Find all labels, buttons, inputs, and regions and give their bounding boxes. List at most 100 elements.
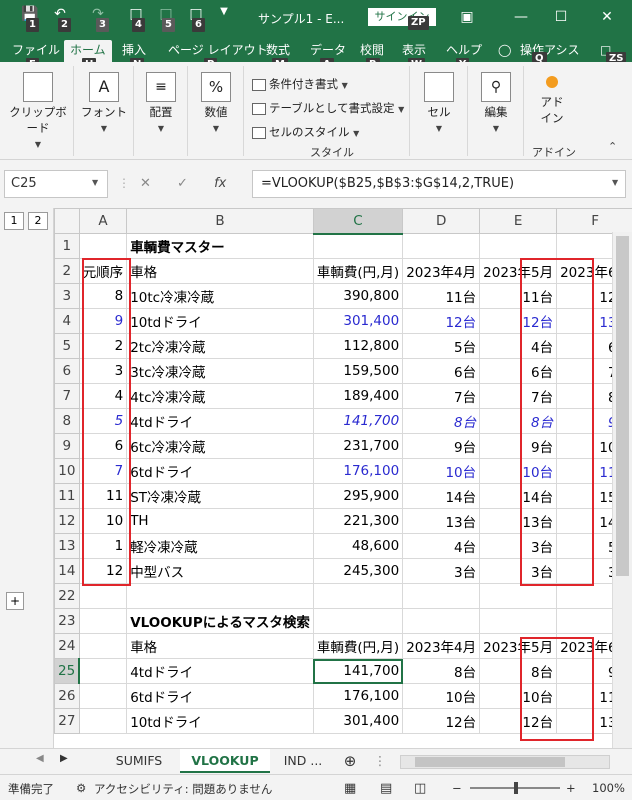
tab-tell-me[interactable]: 操作アシス <box>514 40 586 62</box>
zoom-slider[interactable] <box>470 782 560 794</box>
row-header-10[interactable]: 10 <box>54 458 80 484</box>
cell-e4[interactable]: 12台 <box>479 308 558 334</box>
cell-a7[interactable]: 4 <box>78 383 128 409</box>
column-header-c[interactable]: C <box>312 208 404 235</box>
cell-a2[interactable]: 元順序 <box>78 258 128 284</box>
cell-b23[interactable]: VLOOKUPによるマスタ検索 <box>126 608 314 634</box>
customize-qa-icon[interactable]: ▼ <box>214 6 234 28</box>
cell-d9[interactable]: 9台 <box>402 433 481 459</box>
row-header-9[interactable]: 9 <box>54 433 80 459</box>
cell-e3[interactable]: 11台 <box>479 283 558 309</box>
namebox-dropdown-icon[interactable]: ▼ <box>92 178 98 187</box>
cell-a6[interactable]: 3 <box>78 358 128 384</box>
cell-d3[interactable]: 11台 <box>402 283 481 309</box>
cell-c8[interactable]: 141,700 <box>312 408 404 434</box>
cell-b24[interactable]: 車格 <box>126 633 314 659</box>
select-all-corner[interactable] <box>54 208 80 234</box>
cell-d8[interactable]: 8台 <box>402 408 481 434</box>
cell-a11[interactable]: 11 <box>78 483 128 509</box>
row-header-23[interactable]: 23 <box>54 608 80 634</box>
row-header-22[interactable]: 22 <box>54 583 80 609</box>
cell-a9[interactable]: 6 <box>78 433 128 459</box>
cell-b2[interactable]: 車格 <box>126 258 314 284</box>
sheet-tab-vlookup[interactable]: VLOOKUP <box>180 749 270 773</box>
cell-e13[interactable]: 3台 <box>479 533 558 559</box>
cell-b5[interactable]: 2tc冷凍冷蔵 <box>126 333 314 359</box>
maximize-icon[interactable]: ☐ <box>546 6 576 28</box>
cell-a4[interactable]: 9 <box>78 308 128 334</box>
row-header-27[interactable]: 27 <box>54 708 80 734</box>
cell-a13[interactable]: 1 <box>78 533 128 559</box>
cell-d6[interactable]: 6台 <box>402 358 481 384</box>
vertical-scrollbar[interactable] <box>612 232 632 748</box>
cell-a10[interactable]: 7 <box>78 458 128 484</box>
cell-a25[interactable] <box>78 658 128 684</box>
cell-a3[interactable]: 8 <box>78 283 128 309</box>
cell-e10[interactable]: 10台 <box>479 458 558 484</box>
cell-c9[interactable]: 231,700 <box>312 433 404 459</box>
cell-d12[interactable]: 13台 <box>402 508 481 534</box>
cell-e12[interactable]: 13台 <box>479 508 558 534</box>
cell-e1[interactable] <box>479 233 558 259</box>
cell-e26[interactable]: 10台 <box>479 683 558 709</box>
cell-a5[interactable]: 2 <box>78 333 128 359</box>
zoom-knob[interactable] <box>514 782 518 794</box>
cell-e9[interactable]: 9台 <box>479 433 558 459</box>
cell-c5[interactable]: 112,800 <box>312 333 404 359</box>
cell-c7[interactable]: 189,400 <box>312 383 404 409</box>
row-header-26[interactable]: 26 <box>54 683 80 709</box>
cell-c24[interactable]: 車輌費(円,月) <box>312 633 404 659</box>
cell-d14[interactable]: 3台 <box>402 558 481 584</box>
column-header-e[interactable]: E <box>479 208 558 234</box>
cell-e27[interactable]: 12台 <box>479 708 558 734</box>
row-header-2[interactable]: 2 <box>54 258 80 284</box>
cells-button[interactable]: セル ▼ <box>416 72 462 134</box>
cell-c22[interactable] <box>312 583 404 609</box>
cell-e25[interactable]: 8台 <box>479 658 558 684</box>
cell-c4[interactable]: 301,400 <box>312 308 404 334</box>
cell-a14[interactable]: 12 <box>78 558 128 584</box>
row-header-24[interactable]: 24 <box>54 633 80 659</box>
cell-b22[interactable] <box>126 583 314 609</box>
cell-d23[interactable] <box>402 608 481 634</box>
cell-c10[interactable]: 176,100 <box>312 458 404 484</box>
insert-function-icon[interactable]: fx <box>214 176 226 191</box>
cell-d7[interactable]: 7台 <box>402 383 481 409</box>
cell-b4[interactable]: 10tdドライ <box>126 308 314 334</box>
cell-e2[interactable]: 2023年5月 <box>479 258 558 284</box>
accessibility-icon[interactable]: ⚙ <box>76 781 86 795</box>
cell-b27[interactable]: 10tdドライ <box>126 708 314 734</box>
row-header-14[interactable]: 14 <box>54 558 80 584</box>
cell-d13[interactable]: 4台 <box>402 533 481 559</box>
row-header-4[interactable]: 4 <box>54 308 80 334</box>
cell-e23[interactable] <box>479 608 558 634</box>
zoom-out-icon[interactable]: − <box>452 781 462 795</box>
cell-c11[interactable]: 295,900 <box>312 483 404 509</box>
cancel-icon[interactable]: ✕ <box>140 176 151 191</box>
row-header-5[interactable]: 5 <box>54 333 80 359</box>
cell-c13[interactable]: 48,600 <box>312 533 404 559</box>
cell-styles-button[interactable]: セルのスタイル ▼ <box>252 124 359 140</box>
enter-icon[interactable]: ✓ <box>177 176 188 191</box>
cell-a26[interactable] <box>78 683 128 709</box>
cell-d24[interactable]: 2023年4月 <box>402 633 481 659</box>
cell-b11[interactable]: ST冷凍冷蔵 <box>126 483 314 509</box>
row-header-25[interactable]: 25 <box>54 658 81 684</box>
editing-button[interactable]: ⚲ 編集 ▼ <box>474 72 518 134</box>
next-sheet-icon[interactable]: ▶ <box>60 753 68 764</box>
sheet-tab-sumifs[interactable]: SUMIFS <box>100 749 178 773</box>
row-header-6[interactable]: 6 <box>54 358 80 384</box>
formula-input[interactable]: =VLOOKUP($B25,$B$3:$G$14,2,TRUE) <box>252 170 626 198</box>
cell-d11[interactable]: 14台 <box>402 483 481 509</box>
cell-d2[interactable]: 2023年4月 <box>402 258 481 284</box>
cell-b10[interactable]: 6tdドライ <box>126 458 314 484</box>
cell-b6[interactable]: 3tc冷凍冷蔵 <box>126 358 314 384</box>
outline-level-1-button[interactable]: 1 <box>4 212 24 230</box>
cell-a8[interactable]: 5 <box>78 408 128 434</box>
cell-a1[interactable] <box>78 233 128 259</box>
outline-level-2-button[interactable]: 2 <box>28 212 48 230</box>
cell-b26[interactable]: 6tdドライ <box>126 683 314 709</box>
zoom-level[interactable]: 100% <box>592 781 625 795</box>
cell-b3[interactable]: 10tc冷凍冷蔵 <box>126 283 314 309</box>
horizontal-scrollbar[interactable] <box>400 755 610 769</box>
